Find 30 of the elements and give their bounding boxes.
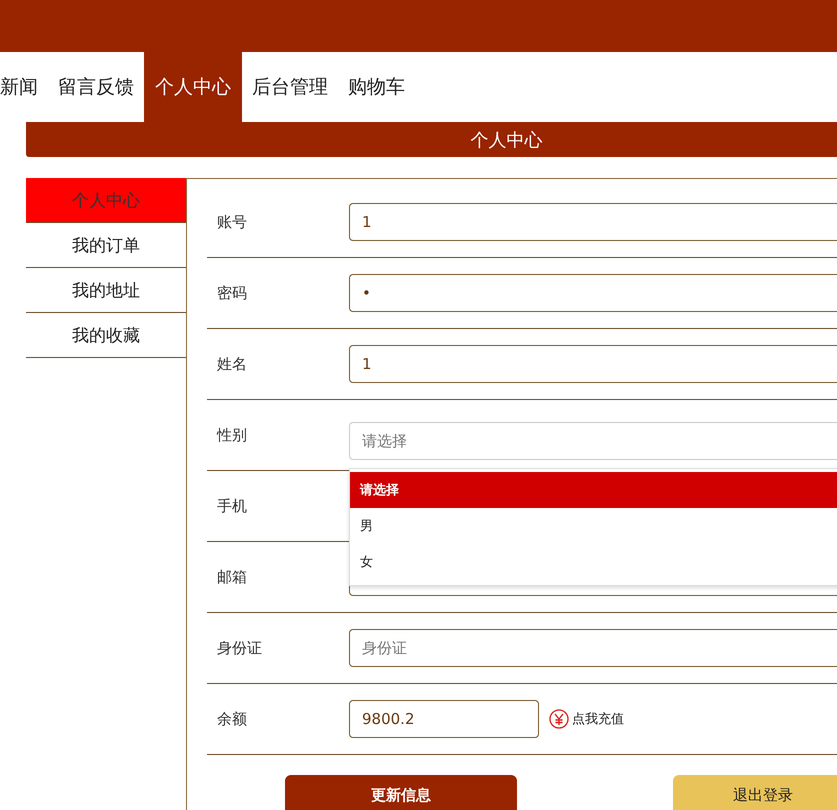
field-label: 账号	[216, 212, 248, 232]
input-field[interactable]: 1	[349, 345, 837, 383]
input-field[interactable]: 身份证	[349, 629, 837, 667]
form-button[interactable]: 更新信息	[285, 775, 517, 810]
field-label: 密码	[216, 284, 248, 302]
field-label: 手机	[216, 496, 248, 516]
field-label: 身份证	[216, 638, 263, 658]
nav-link[interactable]: 后台管理	[242, 52, 338, 122]
nav-link[interactable]: 购物车	[338, 52, 415, 122]
dropdown-option[interactable]: 请选择	[350, 472, 837, 508]
dropdown-option[interactable]: 男	[350, 508, 837, 544]
form-button[interactable]: 退出登录	[673, 775, 837, 810]
input-field[interactable]: •	[349, 274, 837, 312]
nav-link[interactable]: 个人中心	[144, 52, 242, 122]
input-field[interactable]: 9800.2	[349, 700, 539, 738]
dropdown-option[interactable]: 女	[350, 544, 837, 580]
field-label: 邮箱	[216, 568, 248, 586]
field-label: 姓名	[216, 354, 248, 374]
sidebar-item[interactable]: 我的收藏	[26, 313, 186, 358]
page-title: 个人中心	[26, 122, 837, 157]
select-field[interactable]: 请选择	[349, 422, 837, 460]
nav-link[interactable]: 留言反馈	[48, 52, 144, 122]
sidebar-item[interactable]: 我的订单	[26, 223, 186, 268]
input-field[interactable]: 1	[349, 203, 837, 241]
recharge-link[interactable]: 点我充值	[572, 710, 624, 728]
field-label: 余额	[216, 710, 248, 728]
field-label: 性别	[216, 426, 248, 444]
yen-icon	[549, 709, 569, 729]
sidebar-item[interactable]: 我的地址	[26, 268, 186, 313]
nav-link[interactable]: 新闻	[0, 52, 48, 122]
